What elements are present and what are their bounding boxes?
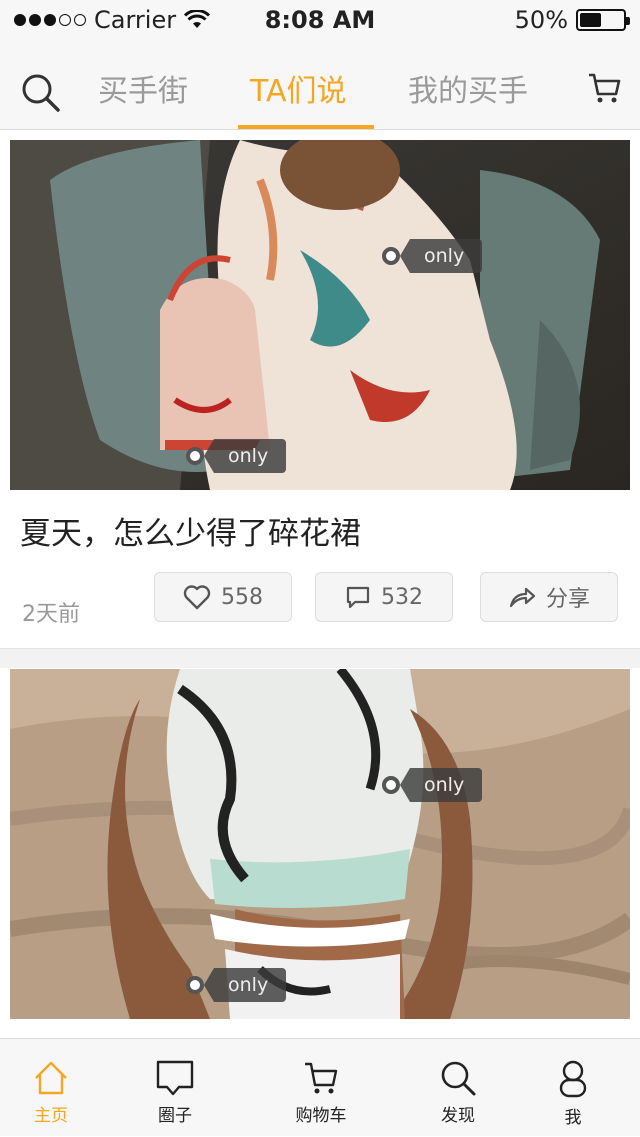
post-photo-lace-top[interactable]: only only [10, 669, 630, 1019]
product-tag-label: only [399, 239, 483, 273]
tabbar-label-circle: 圈子 [158, 1106, 192, 1126]
cart-icon [305, 1062, 338, 1094]
post-separator [0, 648, 640, 668]
tabbar-item-me[interactable]: 我 [513, 1039, 633, 1137]
product-tag-label: only [203, 968, 287, 1002]
tabbar-label-cart: 购物车 [295, 1106, 347, 1126]
like-count: 558 [221, 584, 263, 610]
share-icon [509, 587, 536, 608]
tag-pin-icon [382, 247, 400, 265]
share-label: 分享 [545, 587, 590, 612]
search-icon [441, 1061, 476, 1096]
active-tab-indicator [238, 125, 374, 129]
post-photo-floral-dress[interactable]: only only [10, 140, 630, 490]
cart-icon[interactable] [586, 70, 622, 106]
tab-buyer-street[interactable]: 买手街 [98, 66, 188, 110]
tabbar-item-cart[interactable]: 购物车 [261, 1039, 381, 1137]
battery-percent: 50% [514, 6, 568, 34]
search-icon[interactable] [20, 72, 62, 114]
comment-icon [346, 586, 370, 609]
post-time: 2天前 [22, 602, 80, 627]
chat-bubble-icon [156, 1060, 194, 1096]
status-bar: Carrier 8:08 AM 50% [0, 0, 640, 40]
battery-icon [576, 9, 630, 31]
tag-pin-icon [186, 447, 204, 465]
status-right: 50% [514, 6, 630, 34]
post-title[interactable]: 夏天，怎么少得了碎花裙 [20, 508, 361, 553]
share-button[interactable]: 分享 [480, 572, 618, 622]
product-tag[interactable]: only [186, 438, 287, 474]
tabbar-label-home: 主页 [34, 1106, 68, 1126]
product-tag[interactable]: only [382, 767, 483, 803]
user-icon [559, 1060, 587, 1098]
top-nav: 买手街 TA们说 我的买手 [0, 40, 640, 130]
like-button[interactable]: 558 [154, 572, 292, 622]
tabbar-item-circle[interactable]: 圈子 [115, 1039, 235, 1137]
tabbar-item-discover[interactable]: 发现 [398, 1039, 518, 1137]
comment-button[interactable]: 532 [315, 572, 453, 622]
product-tag-label: only [203, 439, 287, 473]
product-tag[interactable]: only [186, 967, 287, 1003]
tab-my-buyer[interactable]: 我的买手 [408, 66, 528, 110]
product-tag-label: only [399, 768, 483, 802]
tag-pin-icon [186, 976, 204, 994]
tabbar-label-me: 我 [564, 1108, 582, 1128]
home-icon [35, 1061, 67, 1095]
comment-count: 532 [381, 584, 423, 610]
tabbar-item-home[interactable]: 主页 [0, 1039, 111, 1137]
tab-they-say[interactable]: TA们说 [250, 66, 347, 110]
heart-icon [183, 585, 211, 610]
tag-pin-icon [382, 776, 400, 794]
bottom-tab-bar: 主页 圈子 购物车 发现 我 [0, 1038, 640, 1136]
product-tag[interactable]: only [382, 238, 483, 274]
tabbar-label-discover: 发现 [441, 1106, 475, 1126]
